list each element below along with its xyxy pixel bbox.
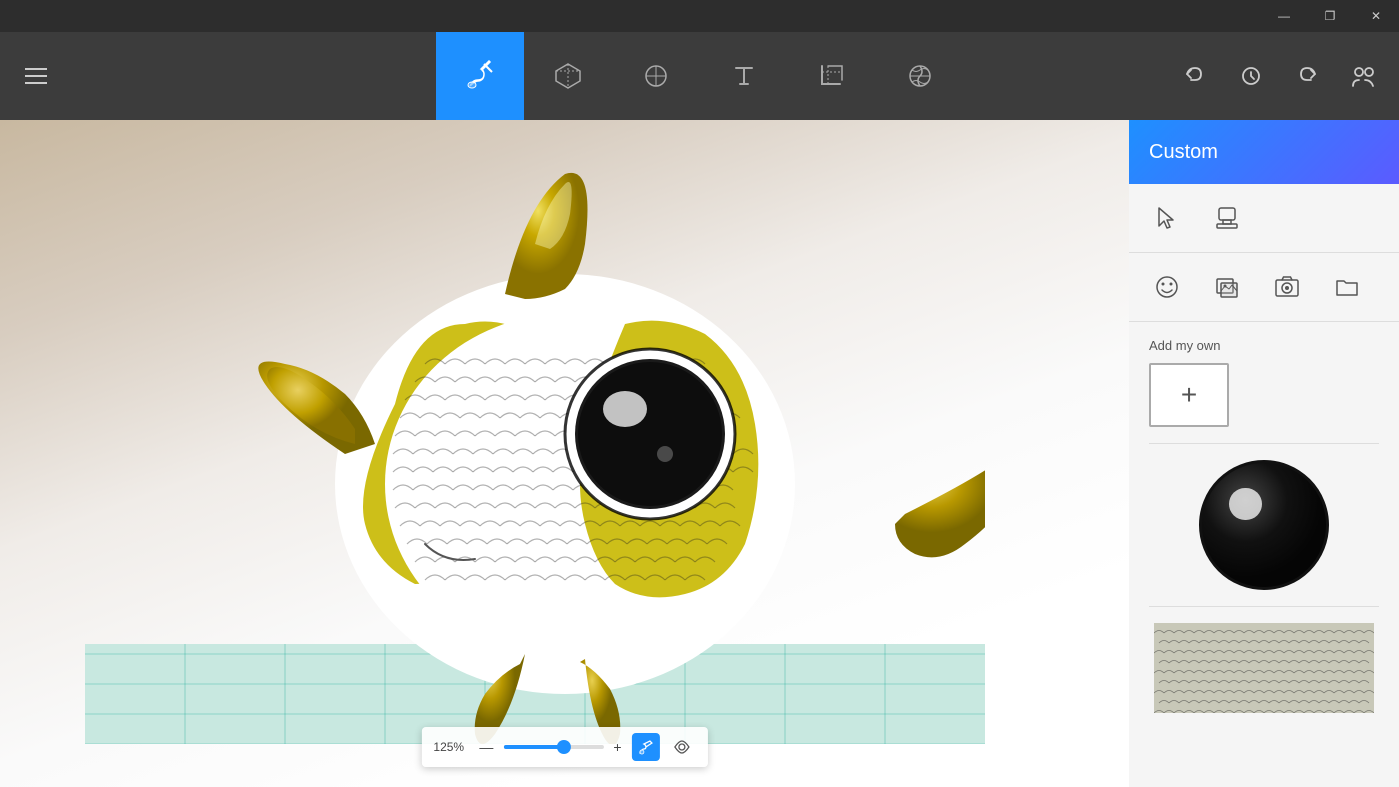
fish-illustration — [85, 124, 985, 744]
2d-shapes-button[interactable] — [612, 32, 700, 120]
main-canvas[interactable]: 125% — + — [0, 120, 1129, 787]
panel-icons-row-2 — [1129, 253, 1399, 322]
panel-content: Add my own + — [1129, 322, 1399, 787]
text-tool-button[interactable] — [700, 32, 788, 120]
history-icon — [1239, 64, 1263, 88]
eye-texture-preview — [1199, 460, 1329, 590]
brush-icon — [464, 60, 496, 92]
paint-view-button[interactable] — [632, 733, 660, 761]
zoom-in-button[interactable]: + — [611, 739, 623, 755]
toolbar-left — [0, 32, 60, 120]
zoom-slider-fill — [503, 745, 563, 749]
zoom-percentage: 125% — [433, 740, 469, 754]
folder-button[interactable] — [1329, 269, 1365, 305]
eye-icon — [673, 738, 691, 756]
right-panel: Custom — [1129, 120, 1399, 787]
close-button[interactable]: ✕ — [1353, 0, 1399, 32]
eye-view-button[interactable] — [668, 733, 696, 761]
redo-icon — [1295, 64, 1319, 88]
effects-button[interactable] — [876, 32, 964, 120]
scale-texture-preview — [1154, 623, 1374, 713]
cursor-icon — [1153, 204, 1181, 232]
zoom-out-button[interactable]: — — [477, 739, 495, 755]
redo-button[interactable] — [1283, 52, 1331, 100]
image-overlay-icon — [1213, 273, 1241, 301]
toolbar-tools — [436, 32, 964, 120]
share-icon — [1349, 62, 1377, 90]
eye-texture-item[interactable] — [1149, 460, 1379, 590]
text-icon — [728, 60, 760, 92]
zoom-slider[interactable] — [503, 745, 603, 749]
hamburger-menu-button[interactable] — [12, 52, 60, 100]
status-bar: 125% — + — [421, 727, 707, 767]
eye-highlight — [1229, 488, 1261, 520]
stamp-tool-button[interactable] — [1209, 200, 1245, 236]
crop-icon — [816, 60, 848, 92]
zoom-slider-thumb[interactable] — [556, 740, 570, 754]
folder-icon — [1333, 273, 1361, 301]
add-texture-button[interactable]: + — [1149, 363, 1229, 427]
maximize-button[interactable]: ❐ — [1307, 0, 1353, 32]
paint-brush-small-icon — [638, 739, 654, 755]
panel-icons-row-1 — [1129, 184, 1399, 253]
emoji-button[interactable] — [1149, 269, 1185, 305]
hamburger-line-3 — [25, 82, 47, 84]
3d-shapes-button[interactable] — [524, 32, 612, 120]
hamburger-line-1 — [25, 68, 47, 70]
crop-tool-button[interactable] — [788, 32, 876, 120]
toolbar-right — [1171, 32, 1399, 120]
divider-2 — [1149, 606, 1379, 607]
minimize-button[interactable]: — — [1261, 0, 1307, 32]
panel-header: Custom — [1129, 120, 1399, 184]
divider-1 — [1149, 443, 1379, 444]
panel-title: Custom — [1149, 141, 1218, 164]
cursor-tool-button[interactable] — [1149, 200, 1185, 236]
undo-button[interactable] — [1171, 52, 1219, 100]
scale-pattern-svg — [1154, 623, 1374, 713]
scale-texture-item[interactable] — [1149, 623, 1379, 713]
hamburger-line-2 — [25, 75, 47, 77]
2d-shapes-icon — [640, 60, 672, 92]
share-button[interactable] — [1339, 52, 1387, 100]
main-toolbar — [0, 32, 1399, 120]
effects-icon — [904, 60, 936, 92]
stamp-icon — [1213, 204, 1241, 232]
titlebar: — ❐ ✕ — [0, 0, 1399, 32]
image-overlay-button[interactable] — [1209, 269, 1245, 305]
brush-tool-button[interactable] — [436, 32, 524, 120]
history-button[interactable] — [1227, 52, 1275, 100]
photo-icon — [1273, 273, 1301, 301]
3d-shapes-icon — [552, 60, 584, 92]
emoji-icon — [1153, 273, 1181, 301]
photo-button[interactable] — [1269, 269, 1305, 305]
add-my-own-label: Add my own — [1149, 338, 1379, 353]
undo-icon — [1183, 64, 1207, 88]
